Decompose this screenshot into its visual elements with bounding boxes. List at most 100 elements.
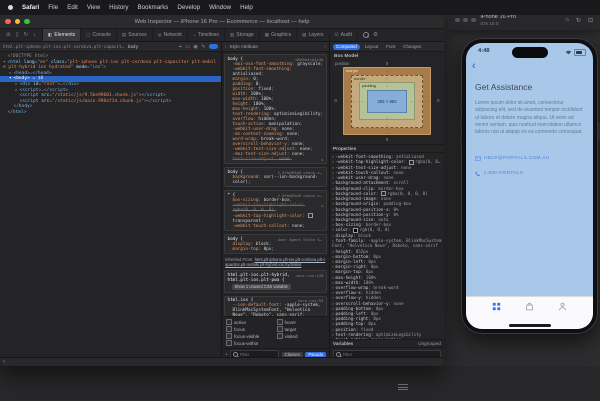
simulator-screenshot-icon[interactable]: ⊡ — [588, 17, 593, 24]
simulator-rotate-icon[interactable]: ↻ — [576, 17, 581, 24]
tab-storage[interactable]: ▥Storage — [224, 29, 259, 41]
window-controls[interactable] — [5, 19, 30, 25]
variables-group-select[interactable]: Ungrouped — [418, 341, 441, 346]
computed-filter-input[interactable] — [343, 352, 439, 357]
menu-item-develop[interactable]: Develop — [177, 4, 200, 11]
tab-audit[interactable]: ☑Audit — [329, 29, 358, 41]
download-icon[interactable]: ↓ — [33, 32, 36, 38]
phone-screen: 4:48 ‹ Get Assistance Lorem ipsum dolor … — [466, 43, 593, 329]
device-icon[interactable]: ▯ — [16, 32, 19, 38]
warning-icon: ⚠ — [321, 157, 323, 162]
desktop-bottom — [0, 366, 600, 401]
reload-icon[interactable]: ↻ — [24, 32, 29, 38]
menu-item-bookmarks[interactable]: Bookmarks — [137, 4, 168, 11]
tab-graphics[interactable]: ▦Graphics — [259, 29, 296, 41]
css-declaration[interactable]: background: var(--ion-background-color); — [228, 175, 324, 185]
box-model-content[interactable]: 393 × 852 — [367, 90, 407, 113]
styles-back-icon[interactable]: ‹ — [225, 44, 227, 49]
tab-person-icon[interactable] — [558, 302, 567, 311]
menu-item-edit[interactable]: Edit — [67, 4, 78, 11]
hamburger-menu-icon[interactable] — [398, 384, 408, 392]
breadcrumb-path[interactable]: html.plt-iphone.plt-ios.plt-cordova.plt-… — [3, 44, 125, 49]
email-link[interactable]: HELP@PORTALS.COM.AU — [475, 156, 550, 161]
menu-item-file[interactable]: File — [48, 4, 58, 11]
inspect-element-icon[interactable]: ⌖ — [179, 44, 182, 50]
rule-source-link[interactable]: core.css:128 — [295, 273, 323, 283]
wifi-icon — [565, 50, 572, 55]
home-indicator[interactable] — [509, 324, 551, 327]
iphone-device: 4:48 ‹ Get Assistance Lorem ipsum dolor … — [461, 38, 598, 334]
minimize-window-button[interactable] — [15, 19, 21, 25]
css-declaration[interactable]: ⚠text-size-adjust: none; — [228, 157, 324, 162]
highlight-toggle[interactable] — [209, 44, 218, 49]
inspector-tabbar: ⊘ ▯ ↻ ↓ ◧Elements▢Console▤Sources◎Network◔T… — [0, 29, 444, 42]
css-rules-list: body {d9a5b4ca4c30-moz-osx-font-smoothin… — [222, 52, 329, 316]
detail-tab-font[interactable]: Font — [383, 44, 398, 50]
search-icon[interactable] — [363, 32, 369, 38]
detail-tab-layout[interactable]: Layout — [362, 44, 382, 50]
show-unused-variables-button[interactable]: Show 1 unused CSS variable — [232, 284, 291, 290]
css-declaration[interactable]: -webkit-tap-highlight-color: transparent… — [228, 213, 324, 224]
color-swatch[interactable] — [308, 213, 313, 218]
pseudo-checkbox-focus[interactable]: focus — [226, 326, 275, 332]
menu-item-help[interactable]: Help — [240, 4, 253, 11]
pseudo-checkbox-target[interactable]: target — [277, 326, 326, 332]
css-declaration[interactable]: --ion-default-font: -apple-system, Blink… — [228, 303, 324, 316]
menu-item-history[interactable]: History — [109, 4, 128, 11]
timelines-icon: ◔ — [193, 33, 196, 38]
tab-bag-icon[interactable] — [525, 302, 534, 311]
pseudo-checkbox-active[interactable]: active — [226, 319, 275, 325]
network-icon: ◎ — [158, 32, 162, 38]
tab-console[interactable]: ▢Console — [80, 29, 116, 41]
box-model-title: Box Model — [334, 54, 440, 59]
pseudo-checkbox-visited[interactable]: visited — [277, 333, 326, 339]
print-styles-icon[interactable]: ▭ — [185, 44, 190, 50]
tab-timelines[interactable]: ◔Timelines — [187, 29, 224, 41]
css-declaration[interactable]: -webkit-font-smoothing: antialiased; — [228, 67, 324, 77]
box-model-padding[interactable]: padding – – – – 393 × 852 — [359, 82, 415, 120]
simulator-home-icon[interactable]: ⌂ — [565, 17, 569, 24]
css-declaration[interactable]: margin-top: 8px; — [228, 247, 324, 252]
box-model-margin[interactable]: margin – – – – border – – – – — [343, 67, 431, 135]
tab-network[interactable]: ◎Network — [152, 29, 187, 41]
tab-elements[interactable]: ◧Elements — [42, 29, 80, 41]
css-declaration[interactable]: ⚠-webkit-tap-highlight-color: rgba(0, 0,… — [228, 203, 324, 213]
dom-row[interactable]: ▾<html lang="en" class="plt-iphone plt-i… — [0, 60, 221, 71]
menu-item-safari[interactable]: Safari — [22, 4, 39, 11]
close-window-button[interactable] — [5, 19, 11, 25]
pseudo-checkbox-hover[interactable]: hover — [277, 319, 326, 325]
css-declaration[interactable]: -webkit-touch-callout: none; — [228, 224, 324, 229]
properties-header[interactable]: Properties — [330, 145, 444, 153]
edit-html-icon[interactable]: ✎ — [201, 44, 205, 50]
menu-item-view[interactable]: View — [87, 4, 100, 11]
element-visibility-icon[interactable]: ◉ — [193, 44, 197, 50]
activity-icon[interactable]: ⊘ — [6, 32, 11, 38]
gear-icon[interactable]: ⚙ — [373, 32, 378, 38]
breadcrumb-node[interactable]: body — [128, 44, 138, 49]
dom-tree: <!DOCTYPE html>▾<html lang="en" class="p… — [0, 52, 221, 360]
zoom-window-button[interactable] — [24, 19, 30, 25]
dom-row[interactable]: </html> — [0, 110, 221, 116]
tab-sources[interactable]: ▤Sources — [116, 29, 152, 41]
tab-layers[interactable]: ▧Layers — [296, 29, 328, 41]
detail-tab-changes[interactable]: Changes — [400, 44, 424, 50]
detail-tab-computed[interactable]: Computed — [333, 44, 360, 50]
quick-console-bar[interactable]: › — [0, 357, 444, 366]
simulator-device-name: iPhone 16 Pro — [481, 14, 516, 20]
rule-source-link[interactable]: User Agent Style Sheet — [278, 237, 324, 242]
simulator-window-controls[interactable] — [455, 18, 476, 23]
box-model-border[interactable]: border – – – – padding – – – — [351, 75, 423, 128]
apple-logo-icon[interactable] — [8, 5, 13, 10]
styles-forward-icon[interactable]: › — [324, 44, 326, 49]
back-button[interactable]: ‹ — [472, 61, 476, 72]
pseudo-checkbox-focus-visible[interactable]: focus-visible — [226, 333, 275, 339]
css-rule-selector[interactable]: html.plt-ios.plt-pwa { — [228, 278, 290, 283]
pseudo-checkbox-focus-within[interactable]: focus-within — [226, 340, 275, 346]
call-link[interactable]: 1-800-PORTALS — [475, 171, 523, 177]
computed-property-row[interactable]: ▸font-family: -apple-system, BlinkMacSys… — [332, 238, 442, 248]
mail-icon — [475, 156, 481, 161]
tab-grid-icon[interactable] — [492, 302, 501, 311]
styles-header-label: Style Attribute — [230, 44, 258, 49]
variables-section[interactable]: Variables Ungrouped — [330, 339, 444, 347]
menu-item-window[interactable]: Window — [209, 4, 231, 11]
